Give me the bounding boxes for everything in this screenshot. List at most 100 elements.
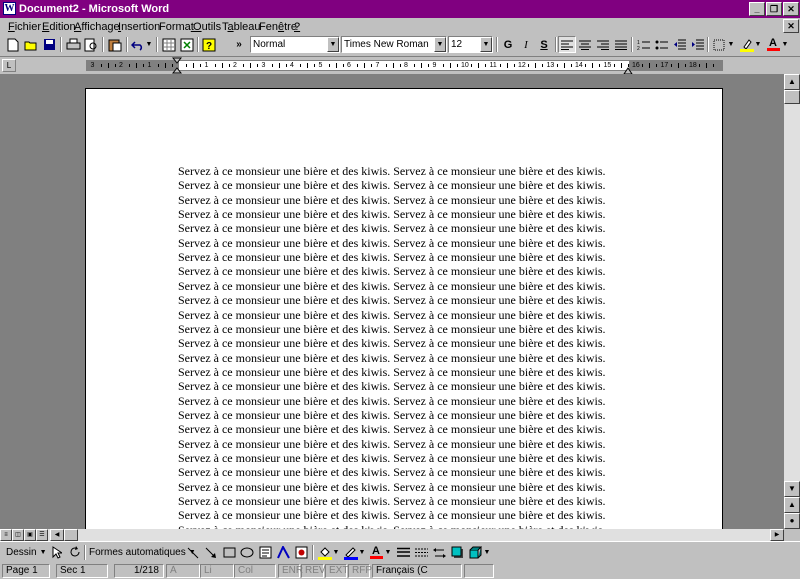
scroll-up-button[interactable]: ▲ (784, 74, 800, 90)
previous-page-button[interactable]: ▲ (784, 497, 800, 513)
open-folder-icon[interactable] (22, 36, 40, 53)
line-style-icon[interactable] (394, 544, 412, 561)
borders-icon[interactable] (710, 36, 728, 53)
font-color-button[interactable]: A (764, 36, 782, 53)
normal-view-button[interactable]: ≡ (0, 529, 12, 541)
draw-menu-button[interactable]: Dessin ▼ (6, 544, 47, 561)
undo-dropdown-icon[interactable]: ▼ (145, 36, 153, 53)
menu-tableau[interactable]: Tableau (222, 20, 261, 34)
menu-insertion[interactable]: Insertion (118, 20, 160, 34)
text-line[interactable]: Servez à ce monsieur une bière et des ki… (178, 422, 606, 436)
fill-color-dropdown-icon[interactable]: ▼ (332, 544, 340, 561)
scroll-down-button[interactable]: ▼ (784, 481, 800, 497)
text-line[interactable]: Servez à ce monsieur une bière et des ki… (178, 178, 606, 192)
status-at[interactable]: À (166, 564, 200, 578)
align-right-icon[interactable] (594, 36, 612, 53)
status-ovr[interactable]: RFP (348, 564, 372, 578)
outline-view-button[interactable]: ☰ (36, 529, 48, 541)
increase-indent-icon[interactable] (688, 36, 706, 53)
font-select[interactable]: Times New Roman ▼ (341, 36, 447, 53)
scroll-left-button[interactable]: ◀ (50, 529, 64, 541)
restore-button[interactable]: ❐ (766, 2, 782, 16)
print-preview-icon[interactable] (82, 36, 100, 53)
scroll-right-button[interactable]: ▶ (770, 529, 784, 541)
text-line[interactable]: Servez à ce monsieur une bière et des ki… (178, 408, 606, 422)
text-line[interactable]: Servez à ce monsieur une bière et des ki… (178, 322, 606, 336)
text-line[interactable]: Servez à ce monsieur une bière et des ki… (178, 236, 606, 250)
oval-icon[interactable] (238, 544, 256, 561)
status-section[interactable]: Sec 1 (56, 564, 108, 578)
save-icon[interactable] (40, 36, 58, 53)
text-line[interactable]: Servez à ce monsieur une bière et des ki… (178, 494, 606, 508)
text-line[interactable]: Servez à ce monsieur une bière et des ki… (178, 437, 606, 451)
status-rev[interactable]: REV (301, 564, 326, 578)
underline-button[interactable]: S (535, 36, 553, 53)
bold-button[interactable]: G (499, 36, 517, 53)
align-left-icon[interactable] (558, 36, 576, 53)
rectangle-icon[interactable] (220, 544, 238, 561)
text-line[interactable]: Servez à ce monsieur une bière et des ki… (178, 394, 606, 408)
text-line[interactable]: Servez à ce monsieur une bière et des ki… (178, 279, 606, 293)
line-color-dropdown-icon[interactable]: ▼ (358, 544, 366, 561)
paste-icon[interactable] (106, 36, 124, 53)
status-page[interactable]: Page 1 (2, 564, 50, 578)
text-line[interactable]: Servez à ce monsieur une bière et des ki… (178, 351, 606, 365)
line-icon[interactable] (184, 544, 202, 561)
justify-icon[interactable] (612, 36, 630, 53)
document-page[interactable]: Servez à ce monsieur une bière et des ki… (85, 88, 723, 529)
tab-selector[interactable]: L (2, 59, 16, 72)
status-page-count[interactable]: 1/218 (114, 564, 164, 578)
align-center-icon[interactable] (576, 36, 594, 53)
more-buttons-icon[interactable]: » (230, 36, 248, 53)
chevron-down-icon[interactable]: ▼ (327, 37, 339, 52)
text-line[interactable]: Servez à ce monsieur une bière et des ki… (178, 465, 606, 479)
status-language[interactable]: Français (C (372, 564, 462, 578)
status-ext[interactable]: EXT (325, 564, 348, 578)
status-line[interactable]: Li (200, 564, 234, 578)
new-document-icon[interactable] (4, 36, 22, 53)
text-box-icon[interactable] (256, 544, 274, 561)
insert-excel-icon[interactable] (178, 36, 196, 53)
decrease-indent-icon[interactable] (670, 36, 688, 53)
page-view-button[interactable]: ▣ (24, 529, 36, 541)
text-line[interactable]: Servez à ce monsieur une bière et des ki… (178, 379, 606, 393)
borders-dropdown-icon[interactable]: ▼ (727, 36, 735, 53)
text-line[interactable]: Servez à ce monsieur une bière et des ki… (178, 365, 606, 379)
arrow-style-icon[interactable] (430, 544, 448, 561)
status-rec[interactable]: ENR (278, 564, 303, 578)
wordart-icon[interactable] (274, 544, 292, 561)
menu-fenetre[interactable]: Fenêtre (259, 20, 297, 34)
text-line[interactable]: Servez à ce monsieur une bière et des ki… (178, 250, 606, 264)
vertical-scrollbar[interactable]: ▲ ▼ ▲ ● (784, 74, 800, 529)
help-assistant-icon[interactable]: ? (200, 36, 218, 53)
menu-fichier[interactable]: Fichier (8, 20, 41, 34)
menu-edition[interactable]: Edition (42, 20, 76, 34)
tables-borders-icon[interactable] (160, 36, 178, 53)
menu-affichage[interactable]: Affichage (74, 20, 120, 34)
minimize-button[interactable]: _ (749, 2, 765, 16)
menu-format[interactable]: Format (159, 20, 194, 34)
text-line[interactable]: Servez à ce monsieur une bière et des ki… (178, 336, 606, 350)
text-line[interactable]: Servez à ce monsieur une bière et des ki… (178, 164, 606, 178)
numbering-icon[interactable]: 12 (634, 36, 652, 53)
text-line[interactable]: Servez à ce monsieur une bière et des ki… (178, 451, 606, 465)
autoshapes-button[interactable]: Formes automatiques ▼ (89, 544, 196, 561)
close-button[interactable]: ✕ (783, 2, 799, 16)
print-icon[interactable] (64, 36, 82, 53)
3d-icon[interactable] (466, 544, 484, 561)
status-spelling[interactable] (464, 564, 494, 578)
drawing-more-icon[interactable]: ▼ (483, 544, 491, 561)
horizontal-scrollbar[interactable]: ≡ ◫ ▣ ☰ ◀ ▶ (0, 529, 784, 541)
hscroll-thumb[interactable] (64, 529, 78, 541)
font-color-dropdown-icon[interactable]: ▼ (781, 36, 789, 53)
chevron-down-icon[interactable]: ▼ (434, 37, 446, 52)
menu-outils[interactable]: Outils (193, 20, 221, 34)
text-line[interactable]: Servez à ce monsieur une bière et des ki… (178, 480, 606, 494)
bullets-icon[interactable] (652, 36, 670, 53)
scroll-thumb[interactable] (784, 90, 800, 104)
text-line[interactable]: Servez à ce monsieur une bière et des ki… (178, 207, 606, 221)
italic-button[interactable]: I (517, 36, 535, 53)
style-select[interactable]: Normal ▼ (250, 36, 340, 53)
document-close-button[interactable]: ✕ (783, 19, 799, 33)
text-line[interactable]: Servez à ce monsieur une bière et des ki… (178, 308, 606, 322)
